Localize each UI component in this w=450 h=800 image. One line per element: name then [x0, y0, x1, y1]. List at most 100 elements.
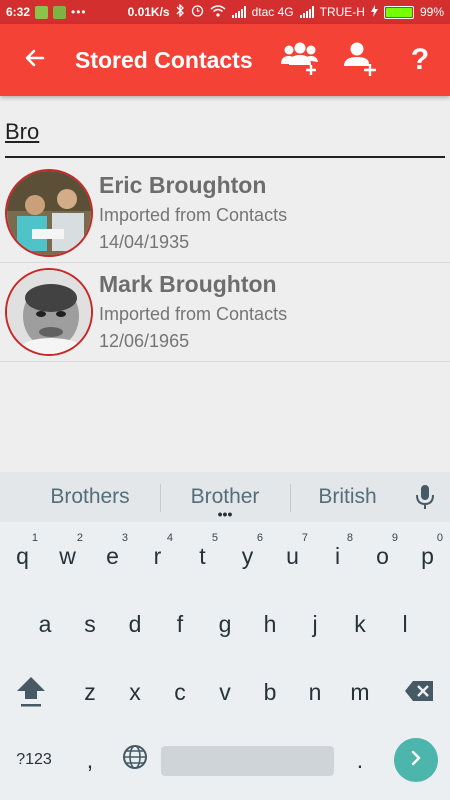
key-y[interactable]: y6: [225, 528, 270, 584]
key-hint: 3: [121, 532, 128, 544]
key-u[interactable]: u7: [270, 528, 315, 584]
status-bar: 6:32 ••• 0.01K/s dtac 4G TRUE-H 99%: [0, 0, 450, 24]
key-label: g: [218, 610, 232, 637]
backspace-key[interactable]: [395, 668, 443, 720]
status-time: 6:32: [6, 5, 31, 19]
key-x[interactable]: x: [113, 664, 158, 720]
key-label: y: [241, 542, 254, 569]
gallery-notification-icon: [35, 5, 49, 19]
space-bar[interactable]: [161, 746, 334, 776]
key-i[interactable]: i8: [315, 528, 360, 584]
suggestion-1[interactable]: Brothers: [20, 472, 160, 522]
key-hint: 0: [436, 532, 443, 544]
key-e[interactable]: e3: [90, 528, 135, 584]
key-g[interactable]: g: [203, 596, 248, 652]
shift-icon: [14, 673, 48, 715]
language-key[interactable]: [112, 736, 158, 784]
key-label: d: [128, 610, 142, 637]
charging-icon: [370, 4, 378, 20]
suggestion-3[interactable]: British: [290, 472, 405, 522]
bluetooth-icon: [176, 3, 185, 20]
key-label: w: [59, 542, 76, 569]
key-label: a: [38, 610, 52, 637]
contact-row[interactable]: Eric Broughton Imported from Contacts 14…: [0, 164, 450, 263]
microphone-icon: [410, 485, 440, 516]
help-button[interactable]: ?: [390, 24, 450, 96]
avatar: [5, 268, 93, 356]
contact-name: Eric Broughton: [99, 172, 267, 198]
key-r[interactable]: r4: [135, 528, 180, 584]
battery-percent: 99%: [419, 5, 444, 19]
search-input[interactable]: [5, 110, 445, 154]
key-label: j: [312, 610, 318, 637]
contact-name: Mark Broughton: [99, 271, 277, 297]
key-label: x: [129, 678, 141, 705]
key-label: q: [16, 542, 29, 569]
key-label: b: [263, 678, 277, 705]
app-bar: Stored Contacts ?: [0, 24, 450, 96]
key-b[interactable]: b: [248, 664, 293, 720]
contact-date: 12/06/1965: [99, 331, 190, 351]
back-button[interactable]: [0, 24, 70, 96]
key-label: k: [354, 610, 366, 637]
key-d[interactable]: d: [113, 596, 158, 652]
alarm-icon: [191, 4, 204, 20]
key-j[interactable]: j: [293, 596, 338, 652]
microphone-button[interactable]: [410, 482, 440, 512]
key-h[interactable]: h: [248, 596, 293, 652]
key-o[interactable]: o9: [360, 528, 405, 584]
key-q[interactable]: q1: [0, 528, 45, 584]
key-hint: 5: [211, 532, 218, 544]
key-w[interactable]: w2: [45, 528, 90, 584]
carrier-1: dtac 4G: [251, 5, 294, 19]
key-s[interactable]: s: [68, 596, 113, 652]
more-notifications-icon: •••: [71, 5, 87, 19]
key-hint: 4: [166, 532, 173, 544]
enter-key[interactable]: [394, 738, 438, 782]
wifi-icon: [210, 4, 226, 20]
key-label: m: [350, 678, 370, 705]
add-group-button[interactable]: [270, 24, 330, 96]
more-suggestions-indicator[interactable]: •••: [205, 506, 245, 522]
arrow-left-icon: [23, 46, 47, 75]
signal-icon-2: [299, 6, 314, 18]
symbols-key[interactable]: ?123: [4, 736, 64, 784]
key-m[interactable]: m: [338, 664, 383, 720]
key-label: h: [263, 610, 277, 637]
key-n[interactable]: n: [293, 664, 338, 720]
keyboard: Brothers Brother British ••• q1w2e3r4t5y…: [0, 472, 450, 800]
key-label: p: [421, 542, 434, 569]
key-hint: 2: [76, 532, 83, 544]
key-label: n: [308, 678, 322, 705]
comma-key[interactable]: ,: [70, 736, 110, 784]
add-contact-button[interactable]: [330, 24, 390, 96]
key-label: f: [176, 610, 184, 637]
contact-row[interactable]: Mark Broughton Imported from Contacts 12…: [0, 263, 450, 362]
key-v[interactable]: v: [203, 664, 248, 720]
key-hint: 9: [391, 532, 398, 544]
signal-icon: [231, 6, 246, 18]
contact-list: Eric Broughton Imported from Contacts 14…: [0, 164, 450, 362]
globe-icon: [122, 744, 148, 776]
page-title: Stored Contacts: [75, 46, 253, 73]
key-hint: 6: [256, 532, 263, 544]
key-label: s: [84, 610, 96, 637]
key-k[interactable]: k: [338, 596, 383, 652]
key-p[interactable]: p0: [405, 528, 450, 584]
network-speed: 0.01K/s: [127, 5, 170, 19]
key-l[interactable]: l: [383, 596, 428, 652]
key-f[interactable]: f: [158, 596, 203, 652]
key-hint: 7: [301, 532, 308, 544]
key-z[interactable]: z: [68, 664, 113, 720]
key-c[interactable]: c: [158, 664, 203, 720]
backspace-icon: [404, 680, 434, 708]
shift-key[interactable]: [6, 668, 56, 720]
period-key[interactable]: .: [338, 736, 382, 784]
key-label: z: [84, 678, 96, 705]
key-t[interactable]: t5: [180, 528, 225, 584]
key-label: c: [174, 678, 186, 705]
key-a[interactable]: a: [23, 596, 68, 652]
key-label: l: [402, 610, 408, 637]
key-label: v: [219, 678, 231, 705]
search-field-container: [5, 110, 445, 158]
